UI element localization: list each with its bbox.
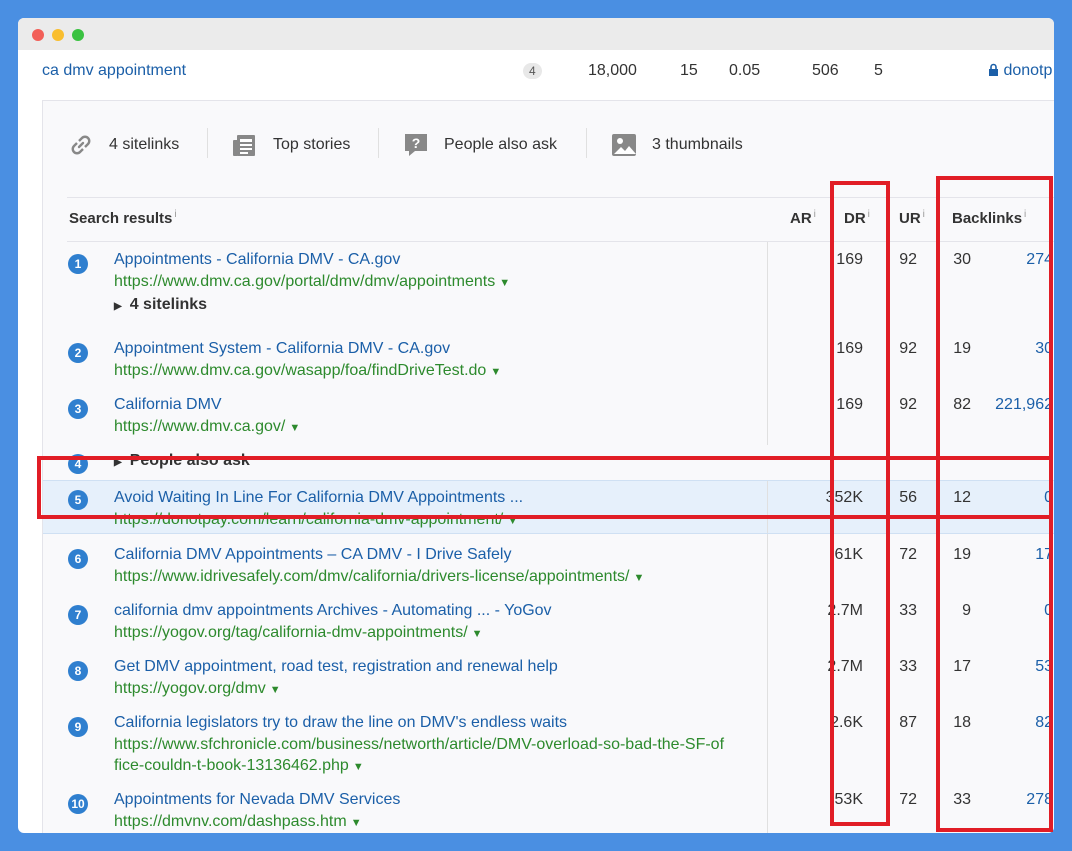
header-search-results: Search results i [69, 209, 177, 227]
result-row: 1 Appointments - California DMV - CA.gov… [43, 249, 1054, 337]
domain-link[interactable]: donotp [988, 62, 1052, 80]
maximize-window-button[interactable] [72, 29, 84, 41]
kd-value: 15 [680, 62, 698, 79]
result-row: 9 California legislators try to draw the… [43, 712, 1054, 788]
result-row: 10 Appointments for Nevada DMV Services … [43, 789, 1054, 833]
result-row: 2 Appointment System - California DMV - … [43, 338, 1054, 392]
divider [67, 241, 1054, 242]
minimize-window-button[interactable] [52, 29, 64, 41]
keyword-row: ca dmv appointment 4 18,000 15 0.05 506 … [18, 50, 1054, 100]
clicks-value: 5 [874, 62, 883, 79]
result-title-link[interactable]: Appointments for Nevada DMV Services [114, 791, 400, 809]
result-row: 6 California DMV Appointments – CA DMV -… [43, 544, 1054, 598]
feature-divider [207, 128, 208, 158]
svg-text:?: ? [412, 135, 421, 151]
lock-icon [989, 63, 998, 76]
serp-features: 4 sitelinks Top stories ? People also as… [43, 101, 1054, 197]
image-icon [612, 134, 636, 156]
result-url[interactable]: https://www.dmv.ca.gov/wasapp/foa/findDr… [114, 360, 501, 383]
feature-label: Top stories [273, 136, 351, 153]
result-url[interactable]: https://yogov.org/dmv ▼ [114, 678, 281, 701]
feature-divider [378, 128, 379, 158]
newspaper-icon [233, 135, 255, 156]
volume-value: 18,000 [588, 62, 637, 79]
caret-down-icon[interactable]: ▼ [499, 277, 510, 289]
row-5-highlight [37, 456, 1053, 519]
rank-badge: 6 [68, 549, 88, 569]
result-title-link[interactable]: California DMV Appointments – CA DMV - I… [114, 546, 511, 564]
dr-value: 87 [899, 714, 917, 731]
feature-sitelinks: 4 sitelinks [67, 127, 179, 163]
dr-value: 72 [899, 546, 917, 563]
result-title-link[interactable]: california dmv appointments Archives - A… [114, 602, 552, 620]
feature-people-also-ask: ? People also ask [402, 127, 557, 163]
result-url[interactable]: https://www.idrivesafely.com/dmv/califor… [114, 566, 644, 589]
triangle-right-icon: ▶ [114, 301, 122, 312]
rank-badge: 7 [68, 605, 88, 625]
result-url[interactable]: https://www.sfchronicle.com/business/net… [114, 734, 724, 778]
result-url[interactable]: https://www.dmv.ca.gov/portal/dmv/dmv/ap… [114, 271, 510, 294]
caret-down-icon[interactable]: ▼ [351, 817, 362, 829]
keyword-link[interactable]: ca dmv appointment [42, 62, 186, 80]
caret-down-icon[interactable]: ▼ [289, 422, 300, 434]
dr-value: 33 [899, 658, 917, 675]
result-title-link[interactable]: California legislators try to draw the l… [114, 714, 567, 732]
divider [67, 197, 1054, 198]
caret-down-icon[interactable]: ▼ [270, 684, 281, 696]
rank-badge: 1 [68, 254, 88, 274]
traffic-value: 506 [812, 62, 839, 79]
result-title-link[interactable]: Appointment System - California DMV - CA… [114, 340, 450, 358]
question-icon: ? [405, 134, 427, 156]
dr-value: 92 [899, 251, 917, 268]
dr-value: 72 [899, 791, 917, 808]
dr-value: 92 [899, 396, 917, 413]
result-url[interactable]: https://yogov.org/tag/california-dmv-app… [114, 622, 483, 645]
result-url[interactable]: https://dmvnv.com/dashpass.htm ▼ [114, 811, 362, 833]
feature-top-stories: Top stories [231, 127, 350, 163]
caret-down-icon[interactable]: ▼ [490, 366, 501, 378]
keyword-pill: 4 [523, 63, 542, 79]
result-title-link[interactable]: Get DMV appointment, road test, registra… [114, 658, 558, 676]
caret-down-icon[interactable]: ▼ [633, 572, 644, 584]
cpc-value: 0.05 [729, 62, 761, 79]
dr-value: 33 [899, 602, 917, 619]
feature-label: 4 sitelinks [109, 136, 180, 153]
header-ar[interactable]: AR i [790, 209, 816, 227]
close-window-button[interactable] [32, 29, 44, 41]
header-ur[interactable]: UR i [899, 209, 925, 227]
title-bar [18, 18, 1054, 50]
rank-badge: 3 [68, 399, 88, 419]
feature-thumbnails: 3 thumbnails [610, 127, 743, 163]
result-row: 3 California DMV https://www.dmv.ca.gov/… [43, 394, 1054, 448]
rank-badge: 2 [68, 343, 88, 363]
result-url[interactable]: https://www.dmv.ca.gov/▼ [114, 416, 300, 439]
feature-divider [586, 128, 587, 158]
rank-badge: 10 [68, 794, 88, 814]
domain-text: donotp [1003, 62, 1053, 79]
result-row: 8 Get DMV appointment, road test, regist… [43, 656, 1054, 710]
browser-window: ca dmv appointment 4 18,000 15 0.05 506 … [18, 18, 1054, 833]
result-title-link[interactable]: Appointments - California DMV - CA.gov [114, 251, 400, 269]
dr-value: 92 [899, 340, 917, 357]
caret-down-icon[interactable]: ▼ [353, 761, 364, 773]
result-title-link[interactable]: California DMV [114, 396, 222, 414]
link-icon [71, 135, 91, 155]
rank-badge: 8 [68, 661, 88, 681]
feature-label: 3 thumbnails [652, 136, 743, 153]
result-row: 7 california dmv appointments Archives -… [43, 600, 1054, 654]
sitelinks-toggle[interactable]: ▶ 4 sitelinks [114, 296, 207, 314]
rank-badge: 9 [68, 717, 88, 737]
feature-label: People also ask [444, 136, 557, 153]
caret-down-icon[interactable]: ▼ [472, 628, 483, 640]
